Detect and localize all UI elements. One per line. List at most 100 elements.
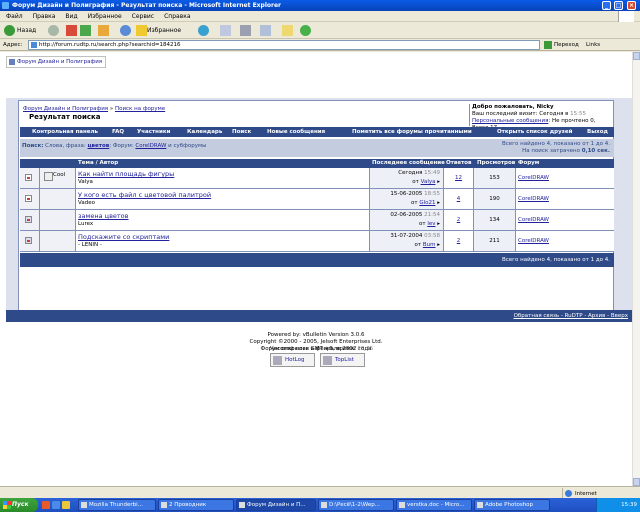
stop-button[interactable] [66, 24, 77, 37]
forum-link[interactable]: CorelDRAW [518, 217, 549, 223]
thread-author: Valya [78, 179, 93, 185]
menu-view[interactable]: Вид [65, 13, 77, 20]
nav-control-panel[interactable]: Контрольная панель [32, 127, 98, 137]
address-input[interactable]: http://forum.rudtp.ru/search.php?searchi… [28, 40, 540, 50]
minimize-button[interactable]: _ [602, 1, 611, 10]
discuss-button[interactable] [282, 24, 293, 37]
last-poster-link[interactable]: Bum [423, 242, 436, 248]
toplist-counter[interactable]: TopList [320, 353, 365, 367]
menu-tools[interactable]: Сервис [132, 13, 154, 20]
footer-links-bar: Обратная связь - RuDTP - Архив - Вверх [6, 310, 632, 322]
last-poster-link[interactable]: Glo21 [419, 200, 435, 206]
stop-icon [66, 25, 77, 36]
last-poster-link[interactable]: Valya [421, 179, 436, 185]
goto-last-post-icon[interactable]: ▸ [437, 242, 440, 248]
task-folder[interactable]: D:\Ресё\1-2\Wep... [318, 499, 394, 511]
cool-post-icon [44, 172, 53, 181]
status-bar: Internet [0, 486, 640, 498]
private-messages-link[interactable]: Персональные сообщения [472, 118, 548, 124]
credits: Powered by: vBulletin Version 3.0.6 Copy… [249, 332, 383, 352]
refresh-button[interactable] [80, 24, 91, 37]
maximize-button[interactable]: □ [614, 1, 623, 10]
welcome-box: Добро пожаловать, Nicky Ваш последний ви… [469, 104, 613, 131]
search-forum-link[interactable]: CorelDRAW [135, 143, 166, 149]
menu-file[interactable]: Файл [6, 13, 23, 20]
last-poster-link[interactable]: lev [427, 221, 435, 227]
menu-help[interactable]: Справка [164, 13, 190, 20]
nav-members[interactable]: Участники [137, 127, 170, 137]
forum-logo[interactable]: Форум Дизайн и Полиграфия [6, 56, 106, 68]
search-button[interactable] [120, 24, 133, 37]
messenger-button[interactable] [300, 24, 313, 37]
col-replies[interactable]: Ответов [446, 159, 472, 168]
quicklaunch-folder-icon[interactable] [62, 501, 70, 509]
forward-button[interactable] [48, 24, 61, 37]
favorites-button[interactable]: Избранное [136, 24, 181, 37]
media-button[interactable] [198, 24, 211, 37]
thread-author: Vadeo [78, 200, 95, 206]
footer-links[interactable]: Обратная связь - RuDTP - Архив - Вверх [514, 313, 628, 319]
task-photoshop[interactable]: Adobe Photoshop [474, 499, 550, 511]
go-button[interactable]: Переход [544, 40, 579, 50]
goto-last-post-icon[interactable]: ▸ [437, 200, 440, 206]
col-thread[interactable]: Тема / Автор [78, 159, 118, 168]
thread-title[interactable]: Как найти площадь фигуры [78, 170, 174, 178]
nav-logout[interactable]: Выход [587, 127, 608, 137]
edit-button[interactable] [260, 24, 271, 37]
thread-author: - LENIN - [78, 242, 102, 248]
forum-link[interactable]: CorelDRAW [518, 175, 549, 181]
quicklaunch-icon[interactable] [42, 501, 50, 509]
nav-new-posts[interactable]: Новые сообщения [267, 127, 325, 137]
goto-last-post-icon[interactable]: ▸ [437, 179, 440, 185]
page-viewport: Форум Дизайн и Полиграфия Форум Дизайн и… [0, 52, 632, 486]
menu-bar: Файл Правка Вид Избранное Сервис Справка [0, 11, 640, 22]
nav-search[interactable]: Поиск [232, 127, 251, 137]
results-footer: Всего найдено 4, показано от 1 до 4. [20, 253, 614, 267]
thread-title[interactable]: замена цветов [78, 212, 129, 220]
close-button[interactable]: × [627, 1, 636, 10]
nav-faq[interactable]: FAQ [112, 127, 124, 137]
menu-favorites[interactable]: Избранное [88, 13, 122, 20]
search-icon [120, 25, 131, 36]
forum-link[interactable]: CorelDRAW [518, 238, 549, 244]
task-thunderbird[interactable]: Mozilla Thunderbi... [78, 499, 156, 511]
scroll-down-icon[interactable] [633, 478, 640, 486]
menu-edit[interactable]: Правка [33, 13, 56, 20]
clock[interactable]: 15:39 [621, 502, 637, 508]
col-views[interactable]: Просмотров [477, 159, 515, 168]
search-info-row: Поиск: Слова, фраза: цветов; Форум: Core… [20, 139, 614, 157]
thread-status-icon [25, 216, 32, 223]
col-forum[interactable]: Форум [518, 159, 539, 168]
thread-title[interactable]: Подскажите со скриптами [78, 233, 169, 241]
home-button[interactable] [98, 24, 109, 37]
scroll-up-icon[interactable] [633, 52, 640, 60]
task-word[interactable]: verstka.doc - Micro... [396, 499, 472, 511]
goto-last-post-icon[interactable]: ▸ [437, 221, 440, 227]
forum-link[interactable]: CorelDRAW [518, 196, 549, 202]
print-button[interactable] [240, 24, 251, 37]
search-phrase[interactable]: цветов [87, 143, 109, 149]
replies-link[interactable]: 2 [457, 217, 461, 223]
task-ie-forum[interactable]: Форум Дизайн и П... [236, 499, 316, 511]
window-title-bar[interactable]: Форум Дизайн и Полиграфия - Результат по… [0, 0, 640, 11]
hotlog-counter[interactable]: HotLog [270, 353, 315, 367]
start-button[interactable]: Пуск [0, 498, 38, 512]
nav-mark-read[interactable]: Пометить все форумы прочитанными [352, 127, 472, 137]
nav-buddy-list[interactable]: Открыть список друзей [497, 127, 572, 137]
vertical-scrollbar[interactable] [632, 52, 640, 486]
breadcrumb-search[interactable]: Поиск на форуме [115, 106, 165, 112]
links-button[interactable]: Links [586, 39, 600, 51]
thread-title[interactable]: У кого есть файл с цветовой палитрой [78, 191, 211, 199]
replies-link[interactable]: 12 [455, 175, 462, 181]
mail-button[interactable] [220, 24, 231, 37]
replies-link[interactable]: 4 [457, 196, 461, 202]
replies-link[interactable]: 2 [457, 238, 461, 244]
nav-calendar[interactable]: Календарь [187, 127, 222, 137]
breadcrumb-home[interactable]: Форум Дизайн и Полиграфия [23, 106, 108, 112]
home-icon [98, 25, 109, 36]
task-explorer[interactable]: 2 Проводник [158, 499, 234, 511]
quicklaunch-ie-icon[interactable] [52, 501, 60, 509]
back-button[interactable]: Назад [4, 24, 36, 37]
table-row: У кого есть файл с цветовой палитрой Vade… [20, 189, 614, 210]
col-last-post[interactable]: Последнее сообщение [372, 159, 445, 168]
